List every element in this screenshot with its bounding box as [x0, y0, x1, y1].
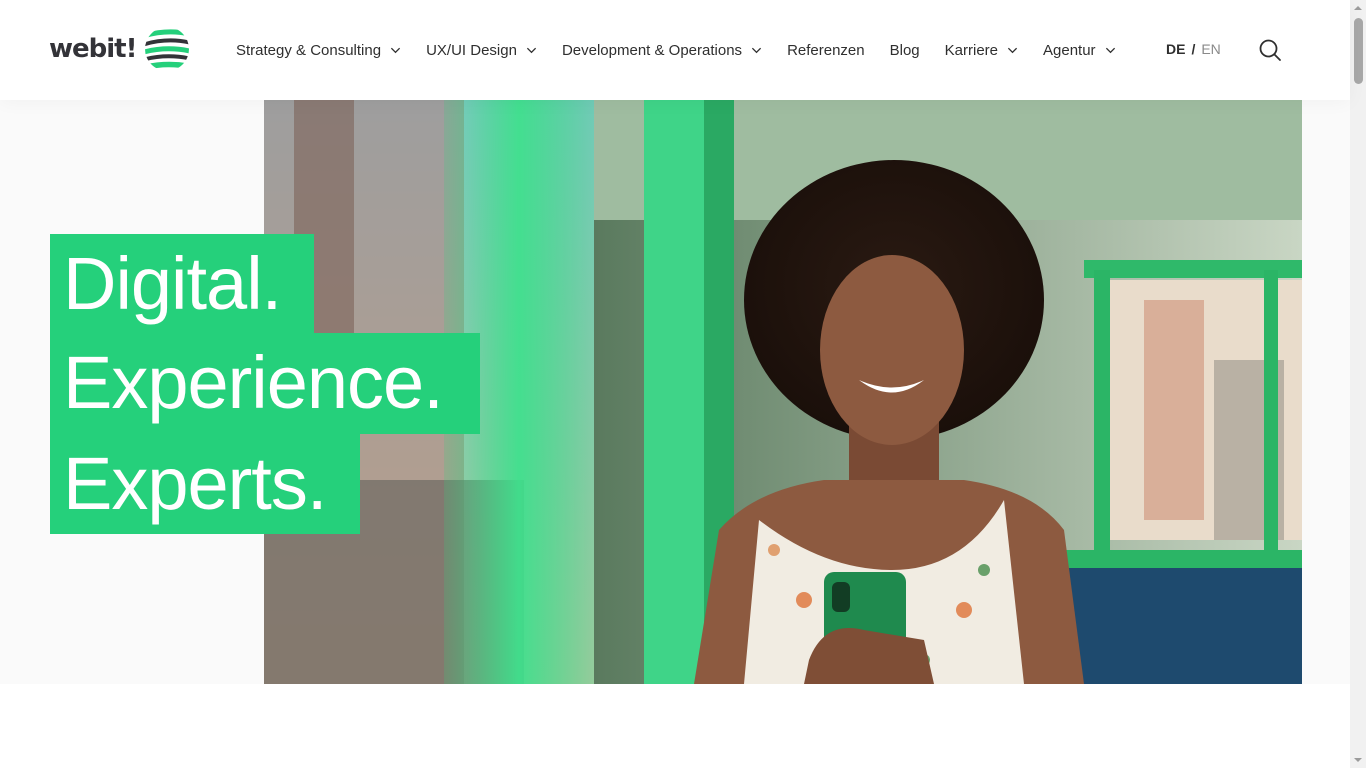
scroll-down-arrow-icon[interactable]: [1354, 756, 1362, 764]
nav-blog[interactable]: Blog: [890, 42, 920, 59]
chevron-down-icon: [1007, 47, 1018, 53]
language-switcher: DE / EN: [1166, 41, 1221, 57]
nav-item-label: Strategy & Consulting: [236, 41, 382, 59]
main-navigation: Strategy & Consulting UX/UI Design Devel…: [236, 38, 1141, 62]
scrollbar[interactable]: [1350, 0, 1366, 768]
headline-line: Experience.: [50, 333, 480, 434]
headline-line: Experts.: [50, 434, 360, 534]
logo-wordmark: webit!: [49, 34, 137, 64]
hero-headline: Digital. Experience. Experts.: [50, 234, 480, 534]
nav-strategy-consulting[interactable]: Strategy & Consulting: [236, 42, 401, 59]
language-en[interactable]: EN: [1201, 41, 1220, 57]
scrollbar-thumb[interactable]: [1354, 18, 1363, 84]
chevron-down-icon: [390, 47, 401, 53]
nav-ux-ui-design[interactable]: UX/UI Design: [426, 42, 537, 59]
logo[interactable]: webit!: [49, 26, 190, 72]
nav-item-label: Karriere: [944, 41, 999, 59]
language-de[interactable]: DE: [1166, 41, 1185, 57]
site-header: webit! Strategy & Consulting UX/UI Desig…: [0, 0, 1350, 100]
nav-agentur[interactable]: Agentur: [1043, 42, 1116, 59]
nav-item-label: Agentur: [1043, 41, 1096, 59]
nav-karriere[interactable]: Karriere: [945, 42, 1018, 59]
chevron-down-icon: [526, 47, 537, 53]
striped-globe-icon: [145, 27, 190, 71]
chevron-down-icon: [751, 47, 762, 53]
nav-development-operations[interactable]: Development & Operations: [562, 42, 762, 59]
language-separator: /: [1191, 41, 1196, 57]
nav-referenzen[interactable]: Referenzen: [787, 42, 865, 59]
scroll-up-arrow-icon[interactable]: [1354, 4, 1362, 12]
nav-item-label: Blog: [889, 41, 920, 59]
nav-item-label: Development & Operations: [561, 41, 743, 59]
search-icon[interactable]: [1258, 38, 1282, 62]
nav-item-label: UX/UI Design: [426, 41, 517, 59]
headline-line: Digital.: [50, 234, 314, 333]
chevron-down-icon: [1105, 47, 1115, 53]
nav-item-label: Referenzen: [787, 41, 865, 59]
